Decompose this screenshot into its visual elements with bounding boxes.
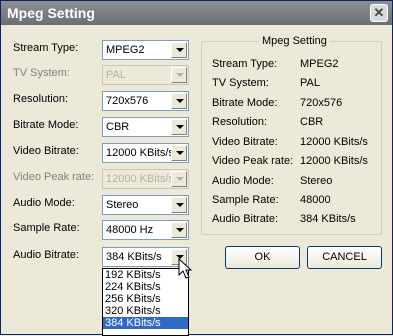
summary-value: PAL — [300, 77, 320, 89]
stream-type-label: Stream Type: — [13, 42, 79, 54]
audio-bitrate-dropdown[interactable]: 192 KBits/s 224 KBits/s 256 KBits/s 320 … — [102, 268, 189, 336]
tv-system-value: PAL — [106, 69, 126, 81]
summary-key: Sample Rate: — [212, 194, 279, 206]
stream-type-select[interactable]: MPEG2 — [102, 40, 189, 60]
sample-rate-label: Sample Rate: — [13, 222, 80, 234]
resolution-select[interactable]: 720x576 — [102, 91, 189, 111]
dialog-title: Mpeg Setting — [7, 5, 95, 21]
chevron-down-icon[interactable] — [171, 222, 187, 238]
bitrate-mode-value: CBR — [106, 121, 130, 133]
video-bitrate-value: 12000 KBits/s — [106, 147, 174, 159]
mouse-cursor-icon — [178, 258, 193, 279]
summary-value: Stereo — [300, 175, 333, 187]
audio-mode-label: Audio Mode: — [13, 197, 75, 209]
stream-type-value: MPEG2 — [106, 44, 145, 56]
summary-group-title: Mpeg Setting — [259, 35, 330, 47]
audio-bitrate-value: 384 KBits/s — [106, 251, 162, 263]
audio-mode-select[interactable]: Stereo — [102, 195, 189, 215]
audio-bitrate-select[interactable]: 384 KBits/s — [102, 247, 189, 267]
dropdown-option[interactable]: 320 KBits/s — [103, 305, 188, 317]
summary-value: MPEG2 — [300, 58, 339, 70]
chevron-down-icon[interactable] — [171, 93, 187, 109]
sample-rate-value: 48000 Hz — [106, 224, 154, 236]
resolution-label: Resolution: — [13, 93, 69, 105]
dropdown-option-selected[interactable]: 384 KBits/s — [103, 317, 188, 329]
summary-key: Audio Bitrate: — [212, 213, 279, 225]
ok-button[interactable]: OK — [225, 246, 300, 269]
summary-value: 12000 KBits/s — [300, 136, 368, 148]
bitrate-mode-label: Bitrate Mode: — [13, 119, 79, 131]
video-peak-rate-label: Video Peak rate: — [13, 171, 95, 183]
chevron-down-icon[interactable] — [171, 197, 187, 213]
close-button[interactable]: ✕ — [370, 4, 388, 22]
summary-value: 720x576 — [300, 97, 343, 109]
video-bitrate-select[interactable]: 12000 KBits/s — [102, 143, 189, 163]
summary-value: CBR — [300, 116, 324, 128]
chevron-down-icon — [171, 171, 187, 187]
bitrate-mode-select[interactable]: CBR — [102, 117, 189, 137]
dropdown-option[interactable]: 192 KBits/s — [103, 269, 188, 281]
dropdown-option[interactable]: 224 KBits/s — [103, 281, 188, 293]
sample-rate-select[interactable]: 48000 Hz — [102, 220, 189, 240]
summary-key: Stream Type: — [212, 58, 278, 70]
chevron-down-icon[interactable] — [171, 145, 187, 161]
chevron-down-icon[interactable] — [171, 119, 187, 135]
chevron-down-icon[interactable] — [171, 42, 187, 58]
resolution-value: 720x576 — [106, 95, 149, 107]
chevron-down-icon — [171, 67, 187, 83]
summary-key: Video Peak rate: — [212, 155, 294, 167]
summary-value: 384 KBits/s — [300, 213, 356, 225]
tv-system-label: TV System: — [13, 67, 70, 79]
audio-bitrate-label: Audio Bitrate: — [13, 249, 80, 261]
summary-key: Bitrate Mode: — [212, 97, 278, 109]
audio-mode-value: Stereo — [106, 199, 139, 211]
summary-key: Resolution: — [212, 116, 268, 128]
video-bitrate-label: Video Bitrate: — [13, 145, 79, 157]
summary-value: 48000 — [300, 194, 331, 206]
video-peak-rate-select: 12000 KBits/s — [102, 169, 189, 189]
cancel-button[interactable]: CANCEL — [307, 246, 382, 269]
summary-value: 12000 KBits/s — [300, 155, 368, 167]
video-peak-rate-value: 12000 KBits/s — [106, 173, 174, 185]
summary-key: Video Bitrate: — [212, 136, 278, 148]
title-bar: Mpeg Setting ✕ — [1, 1, 392, 25]
dropdown-option[interactable]: 256 KBits/s — [103, 293, 188, 305]
close-icon: ✕ — [373, 5, 385, 20]
summary-key: TV System: — [212, 77, 269, 89]
mpeg-setting-dialog: Mpeg Setting ✕ Stream Type: TV System: R… — [0, 0, 393, 336]
tv-system-select: PAL — [102, 65, 189, 85]
summary-key: Audio Mode: — [212, 175, 274, 187]
